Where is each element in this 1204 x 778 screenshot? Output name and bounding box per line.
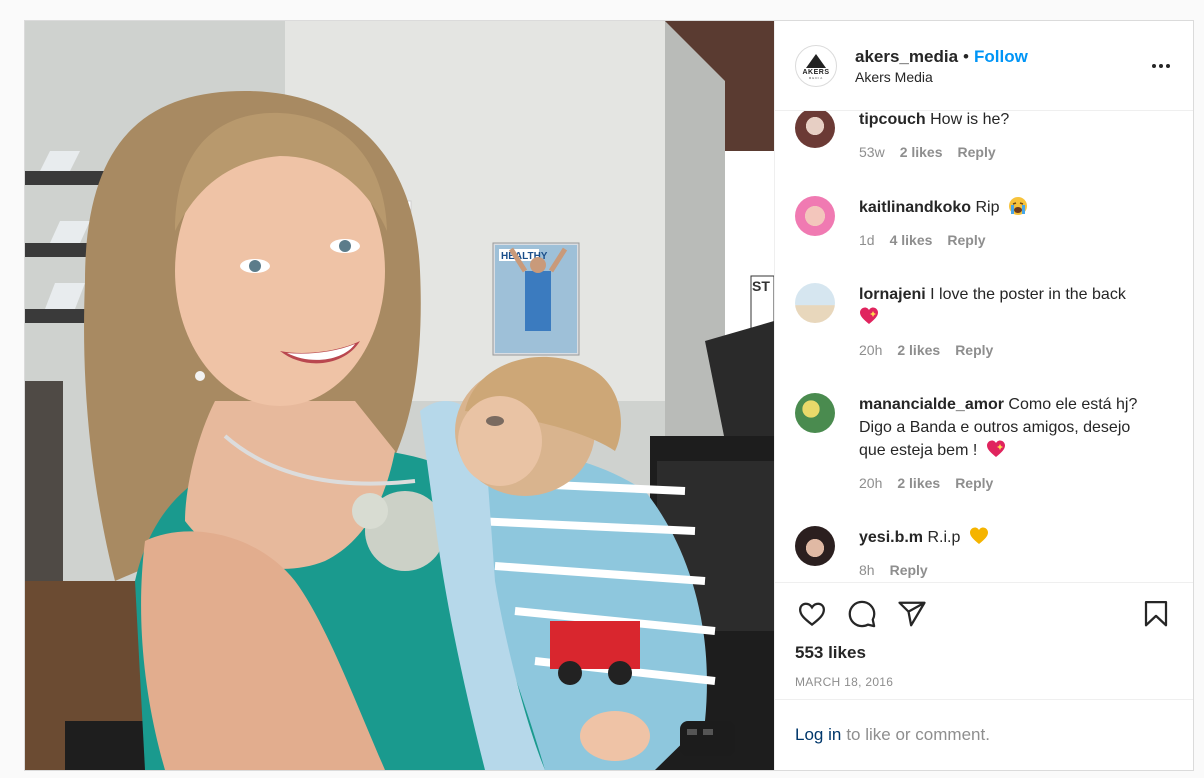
comment-likes[interactable]: 4 likes bbox=[890, 232, 933, 248]
comment-item: yesi.b.m R.i.p 8h Reply bbox=[795, 526, 1173, 578]
login-prompt: Log in to like or comment. bbox=[775, 699, 1193, 770]
comment-item: manancialde_amor Como ele está hj? Digo … bbox=[795, 393, 1173, 491]
likes-count[interactable]: 553 likes bbox=[795, 643, 1173, 663]
comments-list[interactable]: tipcouch How is he? 53w 2 likes Reply ka… bbox=[775, 111, 1193, 582]
commenter-avatar[interactable] bbox=[795, 393, 835, 433]
like-heart-icon[interactable] bbox=[795, 597, 829, 631]
header-text: akers_media • Follow Akers Media bbox=[855, 47, 1149, 85]
comment-age[interactable]: 53w bbox=[859, 144, 885, 160]
comment-username[interactable]: kaitlinandkoko bbox=[859, 199, 971, 216]
comment-text: R.i.p bbox=[927, 529, 961, 546]
comment-age[interactable]: 8h bbox=[859, 562, 875, 578]
login-prompt-text: to like or comment. bbox=[846, 725, 990, 744]
comment-username[interactable]: yesi.b.m bbox=[859, 529, 923, 546]
comment-item: lornajeni I love the poster in the back … bbox=[795, 283, 1173, 358]
comment-text: I love the poster in the back bbox=[930, 286, 1126, 303]
save-bookmark-icon[interactable] bbox=[1139, 597, 1173, 631]
akers-logo-icon bbox=[806, 53, 826, 68]
post-actions: 553 likes MARCH 18, 2016 bbox=[775, 582, 1193, 699]
action-icons-row bbox=[795, 597, 1173, 631]
loudly-crying-face-icon bbox=[1008, 197, 1027, 215]
yellow-heart-icon bbox=[969, 527, 988, 544]
account-username[interactable]: akers_media bbox=[855, 47, 958, 67]
post-header: AKERS MEDIA akers_media • Follow Akers M… bbox=[775, 21, 1193, 111]
more-options-icon[interactable] bbox=[1149, 54, 1173, 78]
commenter-avatar[interactable] bbox=[795, 111, 835, 148]
header-line: akers_media • Follow bbox=[855, 47, 1149, 67]
wall-sign-text: ST bbox=[752, 278, 770, 294]
logo-subtext: MEDIA bbox=[808, 75, 824, 80]
post-card: HEALTHY ST AKERS MEDIA akers_media • Fol… bbox=[24, 20, 1194, 771]
comment-likes[interactable]: 2 likes bbox=[900, 144, 943, 160]
comment-age[interactable]: 20h bbox=[859, 475, 882, 491]
comment-text: How is he? bbox=[930, 111, 1010, 128]
comment-username[interactable]: lornajeni bbox=[859, 286, 926, 303]
comment-meta: 8h Reply bbox=[859, 562, 1173, 578]
reply-button[interactable]: Reply bbox=[958, 144, 996, 160]
post-date[interactable]: MARCH 18, 2016 bbox=[795, 675, 1173, 689]
separator-dot: • bbox=[963, 46, 969, 66]
post-photo-illustration: HEALTHY ST bbox=[25, 21, 774, 770]
comment-meta: 20h 2 likes Reply bbox=[859, 475, 1173, 491]
comment-username[interactable]: manancialde_amor bbox=[859, 396, 1004, 413]
post-photo[interactable]: HEALTHY ST bbox=[25, 21, 774, 770]
comment-item: tipcouch How is he? 53w 2 likes Reply bbox=[795, 111, 1173, 160]
comment-text: Rip bbox=[975, 199, 1000, 216]
comment-meta: 20h 2 likes Reply bbox=[859, 342, 1173, 358]
reply-button[interactable]: Reply bbox=[890, 562, 928, 578]
comment-age[interactable]: 20h bbox=[859, 342, 882, 358]
login-link[interactable]: Log in bbox=[795, 725, 841, 745]
account-avatar[interactable]: AKERS MEDIA bbox=[795, 44, 837, 87]
commenter-avatar[interactable] bbox=[795, 283, 835, 323]
reply-button[interactable]: Reply bbox=[947, 232, 985, 248]
reply-button[interactable]: Reply bbox=[955, 342, 993, 358]
post-side-panel: AKERS MEDIA akers_media • Follow Akers M… bbox=[774, 21, 1193, 770]
comment-meta: 1d 4 likes Reply bbox=[859, 232, 1173, 248]
comment-likes[interactable]: 2 likes bbox=[897, 475, 940, 491]
comment-item: kaitlinandkoko Rip 1d 4 likes Reply bbox=[795, 196, 1173, 248]
comment-bubble-icon[interactable] bbox=[845, 597, 879, 631]
sparkling-heart-icon bbox=[860, 307, 878, 324]
share-send-icon[interactable] bbox=[895, 597, 929, 631]
commenter-avatar[interactable] bbox=[795, 196, 835, 236]
comment-likes[interactable]: 2 likes bbox=[897, 342, 940, 358]
follow-button[interactable]: Follow bbox=[974, 47, 1028, 67]
comment-age[interactable]: 1d bbox=[859, 232, 875, 248]
sparkling-heart-icon bbox=[986, 440, 1005, 457]
comment-username[interactable]: tipcouch bbox=[859, 111, 926, 128]
reply-button[interactable]: Reply bbox=[955, 475, 993, 491]
comment-meta: 53w 2 likes Reply bbox=[859, 144, 1173, 160]
logo-word: AKERS bbox=[802, 68, 830, 76]
account-display-name: Akers Media bbox=[855, 68, 933, 85]
commenter-avatar[interactable] bbox=[795, 526, 835, 566]
